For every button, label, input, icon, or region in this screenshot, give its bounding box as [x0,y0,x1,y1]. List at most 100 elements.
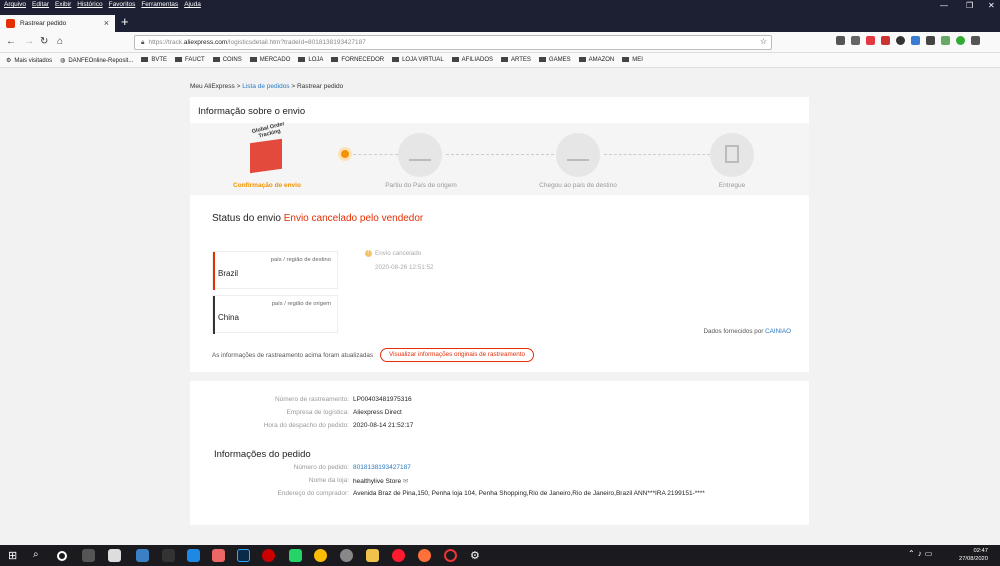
library-icon[interactable] [836,36,845,45]
bookmark-folder-amazon[interactable]: AMAZON [579,57,615,63]
reload-icon[interactable]: ↻ [40,36,48,47]
bookmark-star-icon[interactable]: ☆ [760,37,767,46]
extension-green-icon[interactable] [956,36,965,45]
app-blue-icon[interactable] [187,549,200,562]
warning-icon: ! [365,250,372,257]
bookmark-folder-mei[interactable]: MEI [622,57,643,63]
logistics-label: Empresa de logística: [286,409,349,416]
app-circle-icon[interactable] [340,549,353,562]
extension-dark-icon[interactable] [926,36,935,45]
mail-icon[interactable]: ✉ [403,478,408,485]
departure-plane-icon [398,133,442,177]
menu-arquivo[interactable]: Arquivo [4,0,26,10]
breadcrumb-separator: > [236,83,241,90]
menu-ferramentas[interactable]: Ferramentas [141,0,178,10]
view-original-tracking-button[interactable]: Visualizar informações originais de rast… [380,348,535,362]
bookmark-folder-mercado[interactable]: MERCADO [250,57,291,63]
search-icon[interactable]: ⌕ [33,549,46,562]
menu-ajuda[interactable]: Ajuda [184,0,201,10]
bookmark-folder-artes[interactable]: ARTES [501,57,531,63]
tracking-number-label: Número de rastreamento: [274,396,349,403]
step-arrived-destination: Chegou ao país de destino [539,182,617,189]
minimize-icon[interactable]: — [940,1,948,10]
back-icon[interactable]: ← [6,36,16,47]
extension-red-icon[interactable] [866,36,875,45]
extension-blue-icon[interactable] [911,36,920,45]
url-domain: aliexpress.com [183,39,228,46]
order-number-link[interactable]: 8018138193427187 [353,464,411,471]
extension-grid-icon[interactable] [941,36,950,45]
store-icon[interactable] [108,549,121,562]
settings-gear-icon[interactable]: ⚙ [470,549,483,562]
whatsapp-icon[interactable] [289,549,302,562]
clock-time: 02:47 [973,548,988,554]
firefox-icon[interactable] [418,549,431,562]
bookmark-folder-coins[interactable]: COINS [213,57,242,63]
bookmark-folder-bvte[interactable]: BVTE [141,57,167,63]
close-window-icon[interactable]: ✕ [988,1,995,10]
menu-favoritos[interactable]: Favoritos [109,0,136,10]
chrome-icon[interactable] [314,549,327,562]
data-source-link[interactable]: CAINIAO [765,328,791,335]
windows-start-icon[interactable]: ⊞ [8,549,21,562]
breadcrumb-order-list[interactable]: Lista de pedidos [242,83,289,90]
app-red-icon[interactable] [212,549,225,562]
menu-hamburger-icon[interactable] [971,36,980,45]
event-description: Envio cancelado [375,250,422,257]
dispatch-time-value: 2020-08-14 21:52:17 [353,422,414,429]
bookmark-folder-fornecedor[interactable]: FORNECEDOR [331,57,384,63]
dispatch-time-label: Hora do despacho do pedido: [263,422,349,429]
home-icon[interactable]: ⌂ [57,36,63,47]
tracking-number-value: LP00403481975316 [353,396,412,403]
origin-sub-label: país / região de origem [271,301,331,307]
mail-app-icon[interactable] [136,549,149,562]
bookmark-mais-visitados[interactable]: Mais visitados [6,57,52,64]
lock-icon: 🔒︎ [141,38,145,46]
menu-historico[interactable]: Histórico [77,0,102,10]
bookmark-folder-games[interactable]: GAMES [539,57,571,63]
url-bar[interactable]: 🔒︎ https://track. aliexpress.com/logistic… [134,35,772,50]
file-explorer-icon[interactable] [366,549,379,562]
photoshop-icon[interactable] [237,549,250,562]
opera-icon[interactable] [392,549,405,562]
bookmark-folder-loja-virtual[interactable]: LOJA VIRTUAL [392,57,444,63]
cortana-icon[interactable] [57,551,67,561]
app-icon[interactable] [162,549,175,562]
opera-alt-icon[interactable] [444,549,457,562]
store-name[interactable]: healthylive Store [353,478,401,485]
global-order-tracking-box-icon: Global Order Tracking [246,121,292,174]
menu-editar[interactable]: Editar [32,0,49,10]
bookmark-folder-afiliados[interactable]: AFILIADOS [452,57,493,63]
system-tray[interactable]: ⌃♪▭ [908,549,935,558]
data-source-label: Dados fornecidos por [703,328,764,335]
clock[interactable]: 02:47 27/08/2020 [959,547,988,563]
progress-connector [446,154,554,155]
sidebar-icon[interactable] [851,36,860,45]
step-shipping-confirmation: Confirmação de envio [233,182,301,189]
breadcrumb-separator: > [291,83,296,90]
breadcrumb-my-aliexpress[interactable]: Meu AliExpress [190,83,235,90]
bookmark-folder-loja[interactable]: LOJA [298,57,323,63]
bookmark-danfe[interactable]: DANFEOnline-Reposit... [60,57,133,64]
arrival-plane-icon [556,133,600,177]
store-label: Nome da loja: [308,477,349,484]
order-number-label: Número do pedido: [293,464,349,471]
extension-circle-icon[interactable] [896,36,905,45]
progress-current-dot [341,150,349,158]
restore-icon[interactable]: ❐ [966,1,973,10]
task-view-icon[interactable] [82,549,95,562]
aliexpress-favicon-icon [6,19,15,28]
close-tab-icon[interactable]: × [104,18,109,28]
browser-tab[interactable]: Rastrear pedido × [0,15,115,32]
data-source: Dados fornecidos por CAINIAO [703,328,791,335]
progress-connector [353,154,398,155]
new-tab-icon[interactable]: + [121,14,129,29]
extension-pdf-icon[interactable] [881,36,890,45]
browser-title-bar: Arquivo Editar Exibir Histórico Favorito… [0,0,1000,32]
menu-exibir[interactable]: Exibir [55,0,71,10]
app-record-icon[interactable] [262,549,275,562]
bookmark-folder-fauct[interactable]: FAUCT [175,57,205,63]
forward-icon[interactable]: → [24,36,34,47]
box-label: Global Order Tracking [251,121,286,140]
shipping-info-title: Informação sobre o envio [198,106,306,117]
